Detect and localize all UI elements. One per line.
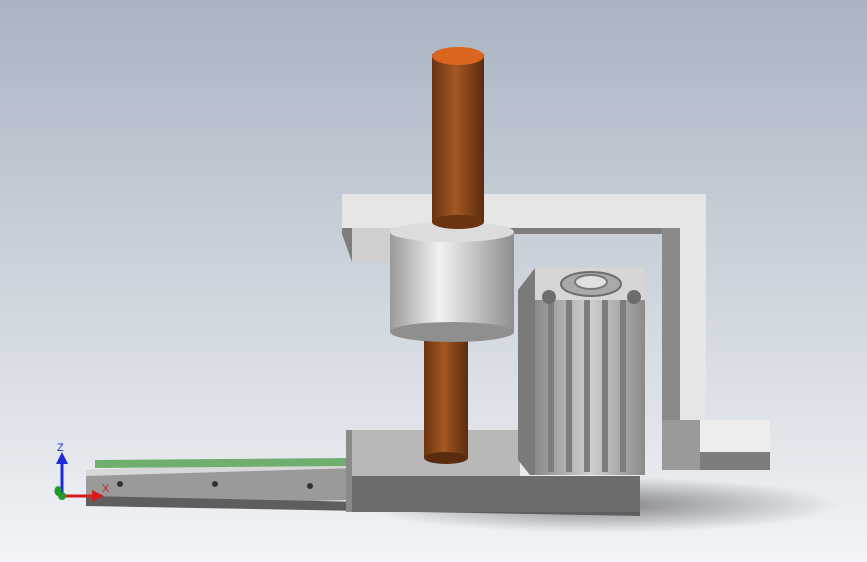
shaft-upper[interactable]	[432, 47, 484, 229]
y-axis	[54, 486, 66, 500]
cad-model-scene[interactable]	[0, 0, 867, 562]
pneumatic-cylinder[interactable]	[518, 268, 645, 475]
orientation-triad: Z X	[54, 442, 110, 502]
cad-viewport[interactable]: Z X	[0, 0, 867, 562]
x-axis-label: X	[102, 483, 110, 495]
z-axis-label: Z	[57, 442, 64, 454]
shaft-lower[interactable]	[424, 336, 468, 464]
shaft-bushing[interactable]	[390, 222, 514, 342]
x-axis: X	[62, 483, 110, 502]
